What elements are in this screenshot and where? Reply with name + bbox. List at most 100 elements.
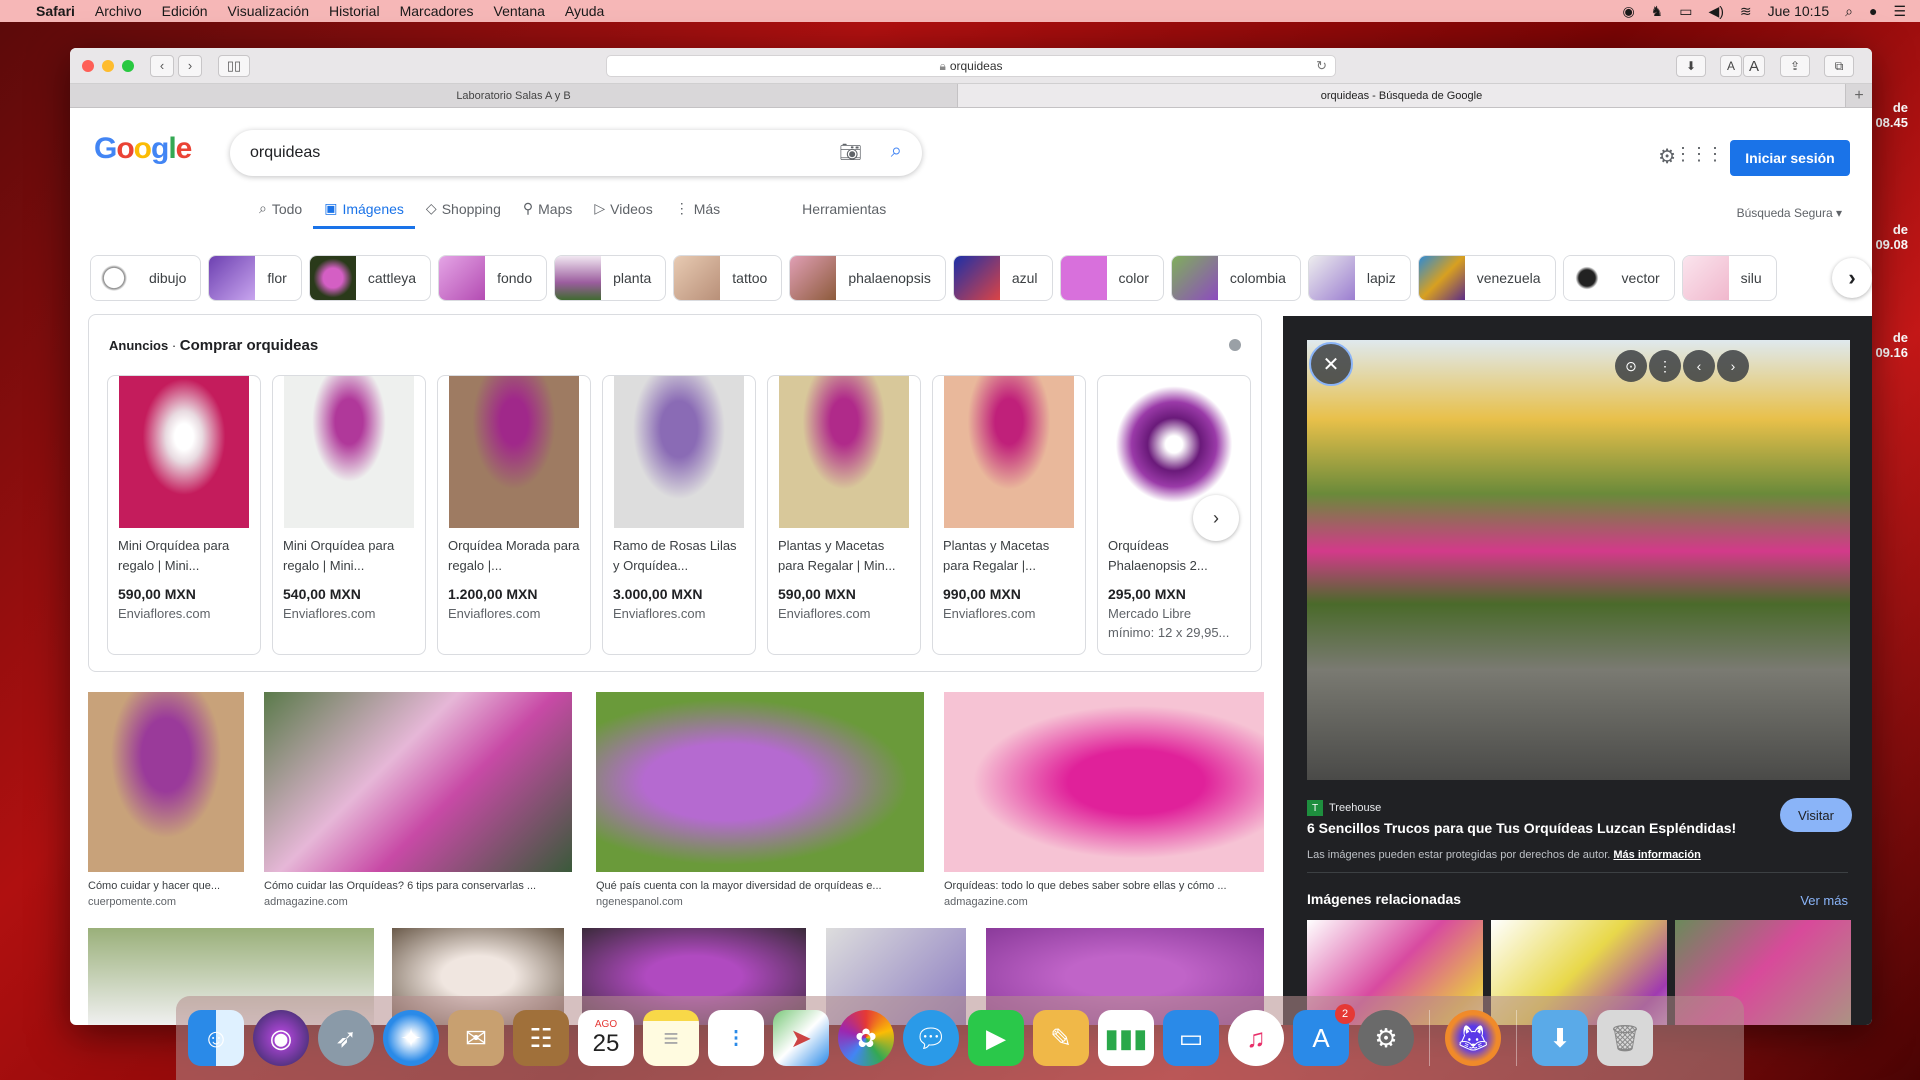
see-more-link[interactable]: Ver más [1800,893,1848,908]
contacts-icon[interactable]: ☷ [513,1010,569,1066]
tab-videos[interactable]: ▷ Videos [583,200,663,229]
trash-icon[interactable]: 🗑︎ [1597,1010,1653,1066]
tools-button[interactable]: Herramientas [791,200,897,229]
desktop-file-label[interactable]: de 09.16 [1875,330,1908,360]
chip[interactable]: phalaenopsis [789,255,946,301]
app-store-icon[interactable]: A2 [1293,1004,1355,1066]
signin-button[interactable]: Iniciar sesión [1730,140,1850,176]
menu-item-edicion[interactable]: Edición [162,3,208,19]
spotlight-icon[interactable]: ⌕ [1845,3,1853,20]
tab-imagenes[interactable]: ▣ Imágenes [313,200,415,229]
image-result[interactable]: Cómo cuidar y hacer que... cuerpomente.c… [88,692,244,908]
tab-orquideas[interactable]: orquideas - Búsqueda de Google [958,84,1846,107]
keynote-icon[interactable]: ▭ [1163,1010,1219,1066]
previous-icon[interactable]: ‹ [1683,350,1715,382]
chip[interactable]: vector [1562,255,1675,301]
image-result[interactable]: Cómo cuidar las Orquídeas? 6 tips para c… [264,692,572,908]
safe-search-dropdown[interactable]: Búsqueda Segura ▾ [1737,206,1842,220]
preview-source[interactable]: T Treehouse [1307,800,1381,816]
text-larger-button[interactable]: A [1743,55,1765,77]
notes-icon[interactable]: ≡ [643,1010,699,1066]
menu-item-archivo[interactable]: Archivo [95,3,142,19]
menu-item-visualizacion[interactable]: Visualización [228,3,309,19]
menu-app-name[interactable]: Safari [36,3,75,19]
notification-center-icon[interactable]: ☰ [1893,3,1906,20]
next-icon[interactable]: › [1717,350,1749,382]
close-icon[interactable]: ✕ [1309,342,1353,386]
menu-item-marcadores[interactable]: Marcadores [400,3,474,19]
back-button[interactable]: ‹ [150,54,174,77]
minimize-window-button[interactable] [102,59,114,72]
close-window-button[interactable] [82,59,94,72]
forward-button[interactable]: › [178,54,202,77]
camera-icon[interactable]: 📷︎ [839,142,862,163]
desktop-file-label[interactable]: de 09.08 [1875,222,1908,252]
apps-grid-icon[interactable]: ⋮⋮⋮ [1674,144,1724,165]
downloads-folder-icon[interactable]: ⬇ [1532,1010,1588,1066]
tab-maps[interactable]: ⚲ Maps [512,200,584,229]
chip[interactable]: tattoo [673,255,783,301]
more-options-icon[interactable]: ⋮ [1649,350,1681,382]
numbers-icon[interactable]: ▮▮▮ [1098,1010,1154,1066]
chip[interactable]: planta [554,255,667,301]
search-query[interactable]: orquideas [250,144,320,162]
tab-mas[interactable]: ⋮ Más [664,200,731,229]
tab-overview-button[interactable]: ⧉ [1824,55,1854,77]
search-icon[interactable]: ⌕ [891,140,902,163]
tab-shopping[interactable]: ◇ Shopping [415,200,512,229]
text-smaller-button[interactable]: A [1720,55,1742,77]
status-app-icon[interactable]: ◉ [1622,3,1634,20]
tab-laboratorio[interactable]: Laboratorio Salas A y B [70,84,958,107]
chip[interactable]: fondo [438,255,548,301]
more-info-link[interactable]: Más información [1613,849,1700,861]
product-card[interactable]: Orquídea Morada para regalo |... 1.200,0… [437,375,591,655]
chip[interactable]: venezuela [1417,255,1556,301]
zoom-window-button[interactable] [122,59,134,72]
product-card[interactable]: Plantas y Macetas para Regalar |... 990,… [932,375,1086,655]
mail-icon[interactable]: ✉ [448,1010,504,1066]
firefox-icon[interactable]: 🦊︎ [1445,1010,1501,1066]
lens-icon[interactable]: ⊙ [1615,350,1647,382]
reminders-icon[interactable]: ⁝ [708,1010,764,1066]
chip[interactable]: flor [208,255,302,301]
status-user-icon[interactable]: ♞ [1651,3,1664,20]
airplay-icon[interactable]: ▭ [1679,3,1692,20]
launchpad-icon[interactable]: ➶ [318,1010,374,1066]
photos-icon[interactable]: ✿ [838,1010,894,1066]
chip[interactable]: cattleya [308,255,432,301]
downloads-button[interactable]: ⬇ [1676,55,1706,77]
chip[interactable]: color [1059,255,1164,301]
sidebar-toggle-button[interactable]: ▯▯ [218,54,250,77]
menu-item-historial[interactable]: Historial [329,3,380,19]
volume-icon[interactable]: ◀) [1708,3,1723,20]
maps-icon[interactable]: ➤ [773,1010,829,1066]
preview-image[interactable] [1307,340,1850,780]
chip[interactable]: dibujo [90,255,202,301]
image-result[interactable]: Orquídeas: todo lo que debes saber sobre… [944,692,1264,908]
chip[interactable]: azul [952,255,1053,301]
siri-icon[interactable]: ● [1869,3,1877,19]
pages-icon[interactable]: ✎ [1033,1010,1089,1066]
menu-item-ayuda[interactable]: Ayuda [565,3,604,19]
wifi-icon[interactable]: ≋ [1740,3,1752,20]
product-card[interactable]: Mini Orquídea para regalo | Mini... 590,… [107,375,261,655]
tab-todo[interactable]: ⌕ Todo [248,200,313,229]
visit-button[interactable]: Visitar [1780,798,1852,832]
music-icon[interactable]: ♫ [1228,1010,1284,1066]
finder-icon[interactable]: ☺ [188,1010,244,1066]
calendar-icon[interactable]: AGO 25 [578,1010,634,1066]
info-icon[interactable] [1229,339,1241,351]
image-result[interactable]: Qué país cuenta con la mayor diversidad … [596,692,924,908]
chip[interactable]: colombia [1170,255,1301,301]
siri-icon[interactable]: ◉ [253,1010,309,1066]
safari-icon[interactable]: ✦ [383,1010,439,1066]
chip[interactable]: silu [1681,255,1777,301]
product-card[interactable]: Ramo de Rosas Lilas y Orquídea... 3.000,… [602,375,756,655]
products-next-button[interactable]: › [1193,495,1239,541]
new-tab-button[interactable]: + [1846,84,1872,107]
address-bar[interactable]: 🔒︎ orquideas ↻ [606,55,1336,77]
system-preferences-icon[interactable]: ⚙ [1358,1010,1414,1066]
facetime-icon[interactable]: ▶ [968,1010,1024,1066]
preview-title[interactable]: 6 Sencillos Trucos para que Tus Orquídea… [1307,820,1736,836]
messages-icon[interactable]: 💬︎ [903,1010,959,1066]
